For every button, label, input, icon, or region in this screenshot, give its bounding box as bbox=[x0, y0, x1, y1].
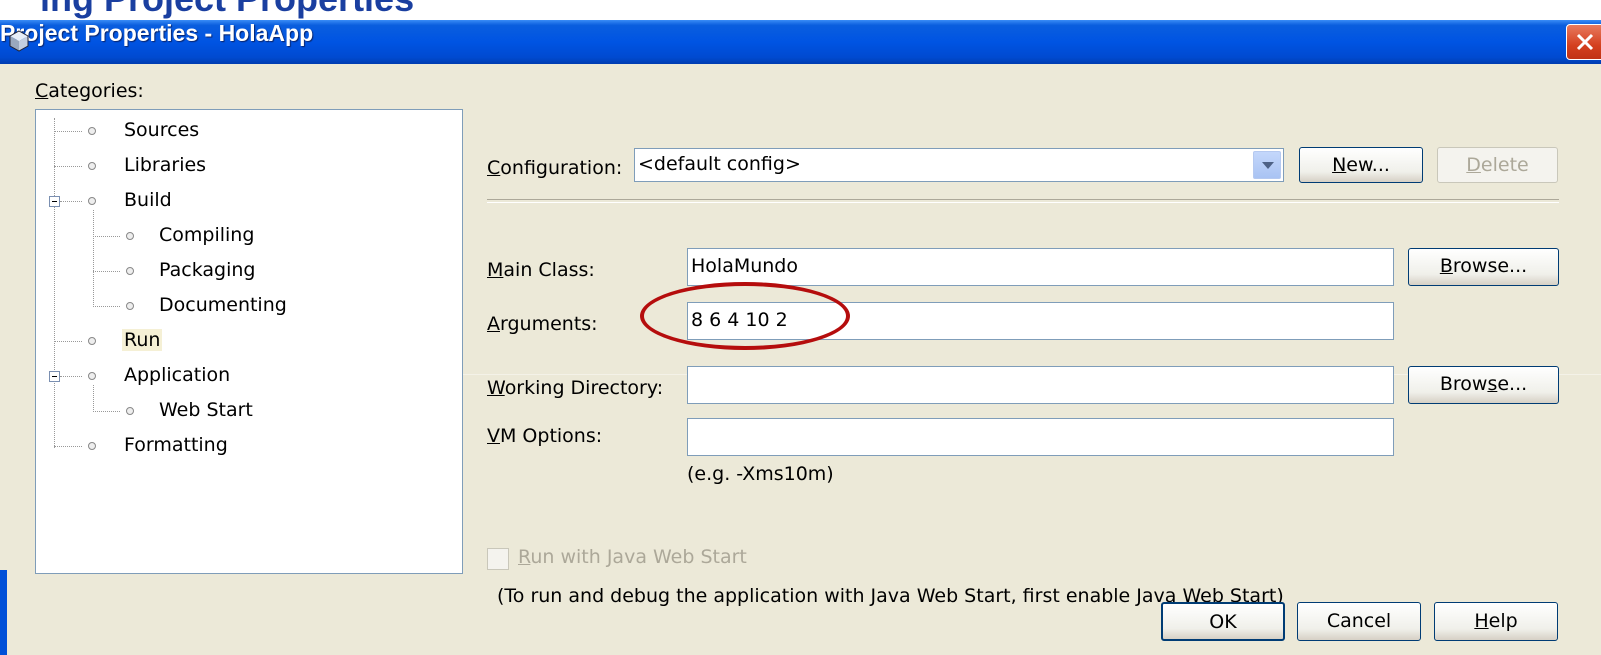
configuration-value: <default config> bbox=[638, 153, 801, 175]
categories-label: Categories: bbox=[35, 80, 144, 102]
tree-item-label: Packaging bbox=[159, 259, 256, 281]
project-cube-icon bbox=[9, 30, 29, 52]
node-bullet-icon bbox=[126, 302, 134, 310]
working-directory-label: Working Directory: bbox=[487, 377, 664, 399]
tree-item-label: Documenting bbox=[159, 294, 287, 316]
ok-button[interactable]: OK bbox=[1161, 602, 1285, 641]
tree-item-label: Web Start bbox=[159, 399, 253, 421]
node-bullet-icon bbox=[126, 232, 134, 240]
main-class-browse-button[interactable]: Browse... bbox=[1408, 248, 1559, 286]
new-config-button[interactable]: New... bbox=[1299, 147, 1423, 183]
arguments-input[interactable]: 8 6 4 10 2 bbox=[687, 302, 1394, 340]
node-bullet-icon bbox=[88, 162, 96, 170]
arguments-value: 8 6 4 10 2 bbox=[691, 309, 788, 331]
close-button[interactable] bbox=[1566, 24, 1601, 60]
tree-item-label: Application bbox=[124, 364, 231, 386]
dialog-body: Categories: Sources Libraries Build Comp… bbox=[0, 64, 1601, 655]
chevron-down-icon[interactable] bbox=[1253, 151, 1281, 179]
tree-item-label: Sources bbox=[124, 119, 200, 141]
vm-options-input[interactable] bbox=[687, 418, 1394, 456]
working-directory-input[interactable] bbox=[687, 366, 1394, 404]
dialog-title: Project Properties - HolaApp bbox=[0, 20, 314, 46]
node-bullet-icon bbox=[126, 407, 134, 415]
node-bullet-icon bbox=[88, 372, 96, 380]
main-class-label: Main Class: bbox=[487, 259, 595, 281]
node-bullet-icon bbox=[88, 337, 96, 345]
working-directory-browse-button[interactable]: Browse... bbox=[1408, 366, 1559, 404]
separator bbox=[487, 199, 1559, 203]
main-class-value: HolaMundo bbox=[691, 255, 798, 277]
cropped-slide-heading: ing Project Properties bbox=[0, 0, 1601, 20]
application-collapse-toggle[interactable] bbox=[49, 371, 60, 382]
close-icon bbox=[1576, 33, 1594, 51]
configuration-label: Configuration: bbox=[487, 157, 623, 179]
tree-item-label: Run bbox=[122, 329, 163, 351]
configuration-select[interactable]: <default config> bbox=[634, 148, 1284, 182]
cancel-button[interactable]: Cancel bbox=[1297, 602, 1421, 641]
tree-item-label: Libraries bbox=[124, 154, 207, 176]
tree-item-label: Formatting bbox=[124, 434, 228, 456]
node-bullet-icon bbox=[126, 267, 134, 275]
tree-item-label: Compiling bbox=[159, 224, 255, 246]
node-bullet-icon bbox=[88, 442, 96, 450]
node-bullet-icon bbox=[88, 127, 96, 135]
categories-tree[interactable]: Sources Libraries Build Compiling Packag… bbox=[35, 109, 463, 574]
tree-item-label: Build bbox=[124, 189, 172, 211]
delete-config-button[interactable]: Delete bbox=[1437, 147, 1558, 183]
node-bullet-icon bbox=[88, 197, 96, 205]
run-with-web-start-checkbox[interactable] bbox=[487, 548, 509, 570]
vm-options-hint: (e.g. -Xms10m) bbox=[687, 463, 834, 485]
build-collapse-toggle[interactable] bbox=[49, 196, 60, 207]
main-class-input[interactable]: HolaMundo bbox=[687, 248, 1394, 286]
window-frame-edge bbox=[0, 570, 7, 655]
project-properties-dialog: Project Properties - HolaApp Categories: bbox=[0, 20, 1601, 655]
title-bar[interactable]: Project Properties - HolaApp bbox=[0, 20, 1601, 64]
run-with-web-start-label: Run with Java Web Start bbox=[518, 546, 747, 568]
arguments-label: Arguments: bbox=[487, 313, 598, 335]
vm-options-label: VM Options: bbox=[487, 425, 603, 447]
help-button[interactable]: Help bbox=[1434, 602, 1558, 641]
